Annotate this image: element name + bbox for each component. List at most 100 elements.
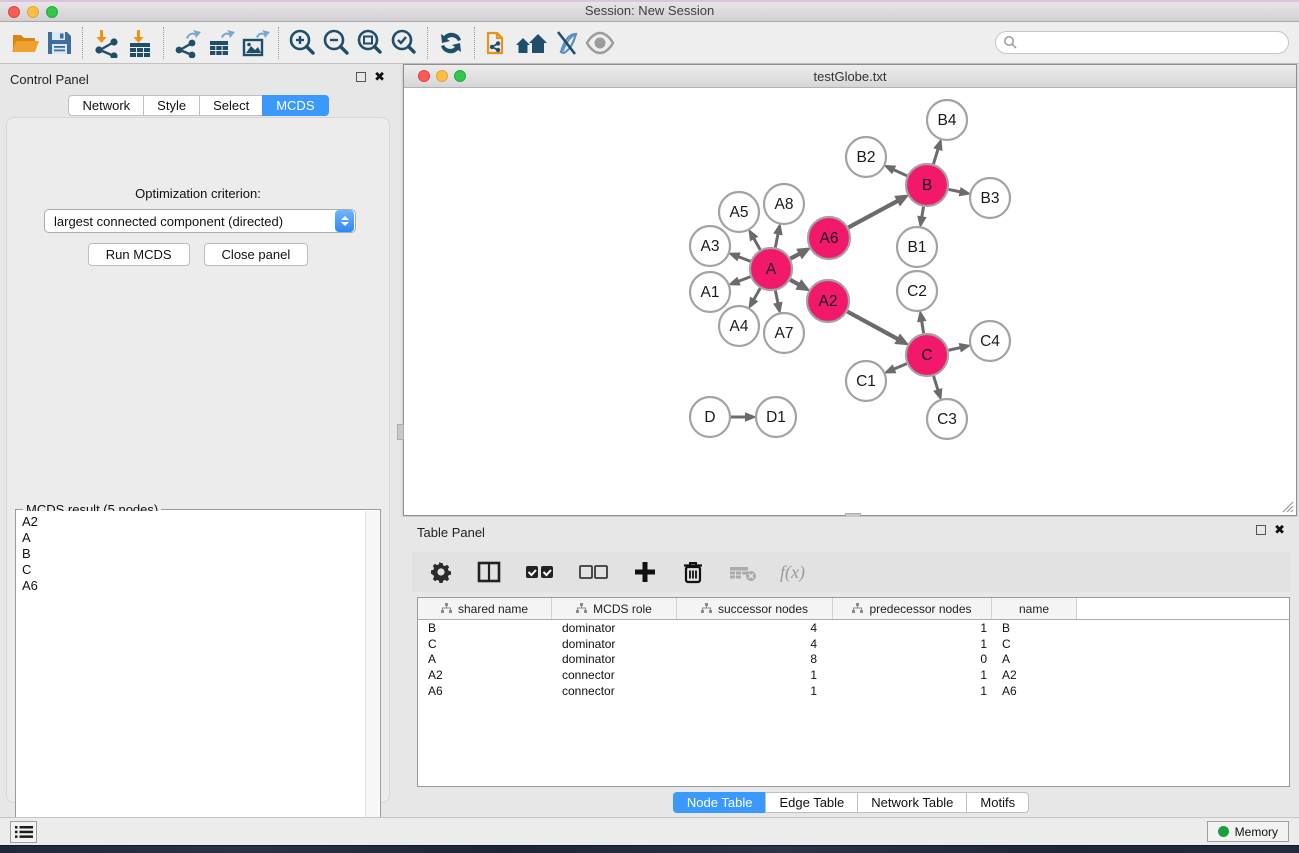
float-table-panel-icon[interactable] [1256, 525, 1266, 535]
network-node-A8[interactable]: A8 [764, 184, 804, 224]
table-cell[interactable]: 1 [833, 637, 992, 651]
network-edge-A-A6[interactable] [790, 247, 811, 259]
splitter-handle[interactable] [397, 424, 404, 440]
mcds-result-item[interactable]: A2 [22, 514, 360, 530]
network-edge-A-A8[interactable] [773, 223, 782, 248]
network-edge-A2-C[interactable] [847, 312, 909, 346]
table-row[interactable]: A6connector11A6 [418, 683, 1289, 699]
table-cell[interactable]: A [992, 652, 1077, 666]
open-session-icon[interactable] [8, 26, 42, 60]
search-field[interactable] [995, 31, 1289, 54]
tab-node-table[interactable]: Node Table [673, 792, 766, 813]
tab-mcds[interactable]: MCDS [262, 95, 328, 116]
add-column-icon[interactable] [632, 557, 658, 587]
show-hide-graphics-icon[interactable] [583, 26, 617, 60]
network-node-A2[interactable]: A2 [807, 280, 849, 322]
network-edge-B-B1[interactable] [917, 207, 926, 229]
table-cell[interactable]: A6 [418, 684, 552, 698]
mcds-result-item[interactable]: A6 [22, 578, 360, 594]
result-scrollbar[interactable] [365, 511, 379, 847]
column-header-shared-name[interactable]: shared name [418, 598, 552, 619]
table-cell[interactable]: A6 [992, 684, 1077, 698]
delete-table-icon[interactable] [728, 557, 758, 587]
mcds-result-item[interactable]: A [22, 530, 360, 546]
node-table[interactable]: shared nameMCDS rolesuccessor nodesprede… [417, 597, 1290, 787]
network-node-A4[interactable]: A4 [719, 306, 759, 346]
network-edge-C-C4[interactable] [948, 343, 971, 352]
float-panel-icon[interactable] [356, 72, 366, 82]
table-cell[interactable]: 8 [677, 652, 833, 666]
network-node-C[interactable]: C [906, 334, 948, 376]
network-node-B2[interactable]: B2 [846, 137, 886, 177]
export-image-icon[interactable] [238, 26, 272, 60]
column-layout-icon[interactable] [476, 557, 502, 587]
table-cell[interactable]: C [418, 637, 552, 651]
table-row[interactable]: Adominator80A [418, 651, 1289, 667]
table-row[interactable]: A2connector11A2 [418, 667, 1289, 683]
network-edge-A-A4[interactable] [748, 288, 760, 309]
tab-edge-table[interactable]: Edge Table [765, 792, 857, 813]
network-node-A[interactable]: A [750, 248, 792, 290]
network-node-C3[interactable]: C3 [927, 399, 967, 439]
table-cell[interactable]: 1 [677, 684, 833, 698]
network-node-C4[interactable]: C4 [970, 321, 1010, 361]
network-edge-B-B3[interactable] [949, 187, 972, 196]
column-header-predecessor-nodes[interactable]: predecessor nodes [833, 598, 992, 619]
table-cell[interactable]: 1 [833, 668, 992, 682]
hide-annotations-icon[interactable] [549, 26, 583, 60]
network-node-C2[interactable]: C2 [897, 271, 937, 311]
zoom-fit-icon[interactable] [353, 26, 387, 60]
table-cell[interactable]: dominator [552, 637, 677, 651]
task-history-button[interactable] [10, 821, 37, 843]
select-all-icon[interactable] [524, 557, 556, 587]
table-cell[interactable]: 1 [677, 668, 833, 682]
mcds-result-item[interactable]: C [22, 562, 360, 578]
network-node-A3[interactable]: A3 [690, 226, 730, 266]
network-edge-B-B4[interactable] [933, 138, 942, 164]
column-header-MCDS-role[interactable]: MCDS role [552, 598, 677, 619]
table-cell[interactable]: connector [552, 684, 677, 698]
tab-motifs[interactable]: Motifs [966, 792, 1029, 813]
delete-column-icon[interactable] [680, 557, 706, 587]
mcds-result-item[interactable]: B [22, 546, 360, 562]
table-cell[interactable]: 0 [833, 652, 992, 666]
network-node-A1[interactable]: A1 [690, 272, 730, 312]
network-window-titlebar[interactable]: testGlobe.txt [404, 65, 1296, 88]
zoom-in-icon[interactable] [285, 26, 319, 60]
run-mcds-button[interactable]: Run MCDS [88, 243, 190, 266]
apply-layout-icon[interactable] [434, 26, 468, 60]
export-network-icon[interactable] [170, 26, 204, 60]
tab-style[interactable]: Style [143, 95, 199, 116]
network-edge-B-B2[interactable] [883, 165, 907, 176]
network-edge-A-A7[interactable] [773, 291, 782, 315]
network-node-B3[interactable]: B3 [970, 178, 1010, 218]
network-edge-A-A3[interactable] [728, 252, 751, 261]
close-panel-icon[interactable]: ✖ [374, 72, 385, 82]
network-node-A6[interactable]: A6 [808, 217, 850, 259]
deselect-all-icon[interactable] [578, 557, 610, 587]
table-cell[interactable]: B [992, 621, 1077, 635]
network-node-D[interactable]: D [690, 397, 730, 437]
network-node-C1[interactable]: C1 [846, 361, 886, 401]
network-node-B1[interactable]: B1 [897, 227, 937, 267]
network-node-A5[interactable]: A5 [719, 192, 759, 232]
function-builder-icon[interactable]: f(x) [780, 562, 805, 583]
table-options-gear-icon[interactable] [428, 557, 454, 587]
criterion-dropdown[interactable]: largest connected component (directed) [44, 209, 356, 233]
search-input[interactable] [1018, 34, 1288, 52]
table-cell[interactable]: A2 [418, 668, 552, 682]
table-cell[interactable]: 1 [833, 684, 992, 698]
memory-button[interactable]: Memory [1207, 821, 1289, 842]
save-session-icon[interactable] [42, 26, 76, 60]
tab-select[interactable]: Select [199, 95, 262, 116]
network-node-B4[interactable]: B4 [927, 100, 967, 140]
table-cell[interactable]: A [418, 652, 552, 666]
network-edge-A-A5[interactable] [748, 229, 760, 250]
network-edge-C-C2[interactable] [917, 310, 926, 333]
table-cell[interactable]: dominator [552, 621, 677, 635]
table-cell[interactable]: 4 [677, 637, 833, 651]
table-cell[interactable]: C [992, 637, 1077, 651]
column-header-name[interactable]: name [992, 598, 1077, 619]
export-table-icon[interactable] [204, 26, 238, 60]
table-cell[interactable]: B [418, 621, 552, 635]
